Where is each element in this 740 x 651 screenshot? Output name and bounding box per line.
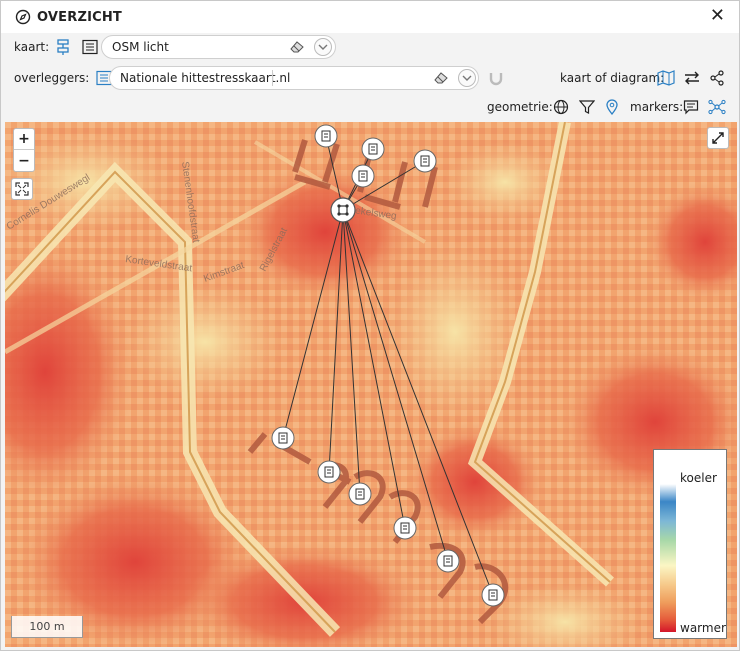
cluster-network-icon[interactable] [706, 96, 728, 118]
window-title: OVERZICHT [37, 9, 123, 25]
geometrie-label: geometrie: [487, 100, 553, 114]
chevron-down-icon[interactable] [458, 69, 476, 87]
zoom-out-button[interactable]: − [14, 150, 34, 171]
legend-top-label: koeler [680, 471, 717, 485]
zoom-control: + − [13, 128, 35, 172]
swap-arrows-icon[interactable] [681, 67, 703, 89]
fit-extent-button[interactable] [11, 178, 33, 200]
eraser-icon[interactable] [289, 40, 305, 54]
overleggers-select[interactable]: Nationale hittestresskaart.nl [109, 66, 479, 90]
fullscreen-icon [712, 132, 724, 144]
magnet-icon[interactable] [485, 67, 507, 89]
scale-bar: 100 m [11, 616, 83, 638]
overleggers-label: overleggers: [14, 71, 90, 85]
eraser-icon[interactable] [433, 71, 449, 85]
compass-icon [15, 9, 31, 25]
close-icon[interactable]: ✕ [710, 7, 725, 25]
location-pin-icon[interactable] [601, 96, 623, 118]
filter-icon[interactable] [576, 96, 598, 118]
fullscreen-button[interactable] [707, 127, 729, 149]
kaart-of-diagram-label: kaart of diagram: [560, 71, 665, 85]
geometrie-row: geometrie: markers: [1, 93, 739, 121]
divider [272, 70, 273, 86]
zoom-in-button[interactable]: + [14, 129, 34, 150]
share-icon[interactable] [706, 67, 728, 89]
cluster-hub [330, 197, 356, 223]
kaart-value: OSM licht [112, 40, 169, 54]
map-canvas: Cornelis Douweswegl Korteveldstraat Sten… [5, 122, 737, 647]
overleggers-value: Nationale hittestresskaart.nl [120, 71, 291, 85]
title-bar: OVERZICHT ✕ [1, 1, 739, 33]
layers-tree-icon[interactable] [53, 36, 75, 58]
markers-label: markers: [630, 100, 684, 114]
expand-arrows-icon [15, 182, 29, 196]
heat-legend: koeler warmer [653, 449, 727, 639]
chevron-down-icon[interactable] [314, 38, 332, 56]
comment-icon[interactable] [680, 96, 702, 118]
overleggers-row: overleggers: Nationale hittestresskaart.… [1, 64, 739, 92]
heat-map[interactable]: Cornelis Douweswegl Korteveldstraat Sten… [5, 122, 737, 647]
legend-color-bar [660, 484, 676, 632]
map-icon[interactable] [655, 67, 677, 89]
overview-window: OVERZICHT ✕ kaart: OSM licht overleggers… [0, 0, 740, 651]
globe-icon[interactable] [550, 96, 572, 118]
kaart-row: kaart: OSM licht [1, 33, 739, 61]
kaart-label: kaart: [14, 40, 50, 54]
list-icon[interactable] [79, 36, 101, 58]
kaart-select[interactable]: OSM licht [101, 35, 336, 59]
legend-bottom-label: warmer [680, 621, 726, 635]
